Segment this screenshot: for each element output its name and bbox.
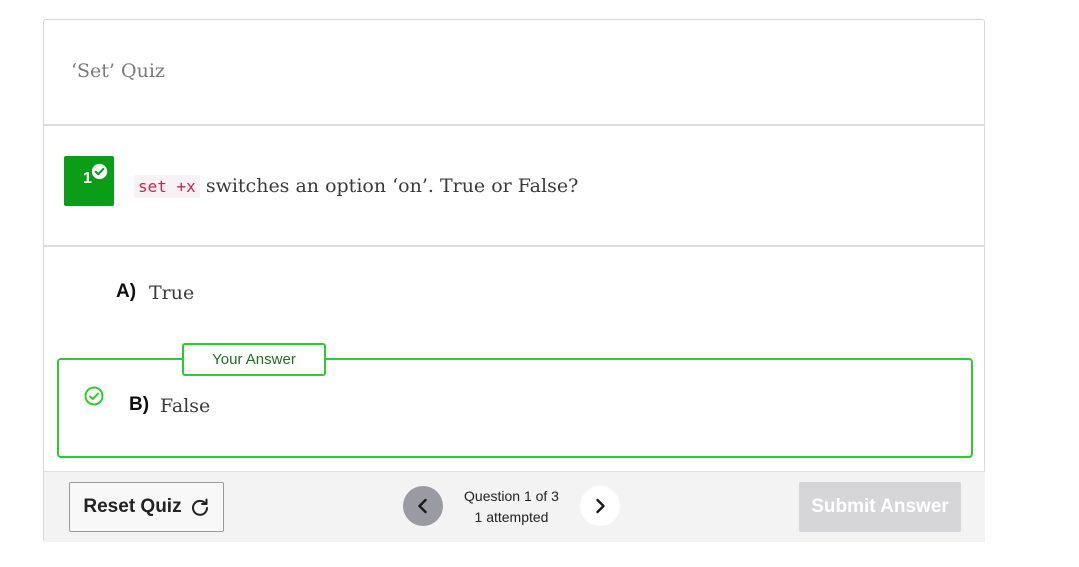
next-question-button[interactable] [580, 486, 620, 526]
question-counter: Question 1 of 3 [464, 488, 559, 504]
option-b-text: False [160, 395, 211, 417]
chevron-left-icon [418, 498, 427, 514]
previous-question-button[interactable] [403, 486, 443, 526]
option-a-text: True [149, 282, 195, 304]
question-text: set +x switches an option ‘on’. True or … [134, 175, 579, 198]
question-divider [44, 245, 985, 247]
option-a-letter: A) [116, 281, 137, 302]
question-progress: Question 1 of 3 1 attempted [445, 486, 578, 528]
refresh-icon [191, 498, 208, 516]
check-circle-icon [91, 163, 108, 180]
attempted-counter: 1 attempted [474, 509, 549, 525]
header-divider [44, 124, 985, 126]
your-answer-tag: Your Answer [182, 343, 326, 376]
check-circle-icon [84, 386, 104, 406]
reset-quiz-label: Reset Quiz [83, 496, 182, 517]
submit-answer-button[interactable]: Submit Answer [799, 482, 961, 532]
quiz-title: ‘Set’ Quiz [71, 60, 165, 82]
question-body: switches an option ‘on’. True or False? [199, 175, 579, 197]
question-code: set +x [134, 175, 200, 198]
option-b-letter: B) [129, 394, 150, 415]
reset-quiz-button[interactable]: Reset Quiz [69, 482, 224, 532]
question-number-badge: 1 [64, 156, 114, 206]
quiz-card [43, 19, 985, 542]
chevron-right-icon [596, 498, 605, 514]
